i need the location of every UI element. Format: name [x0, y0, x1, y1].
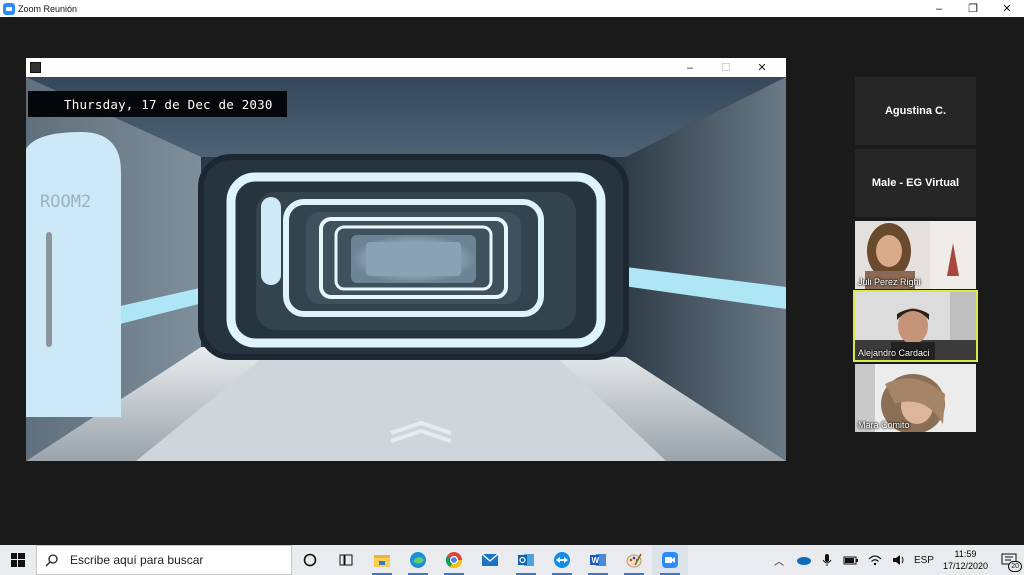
clock-date: 17/12/2020: [942, 561, 988, 571]
shared-minimize-button[interactable]: –: [672, 58, 708, 77]
zoom-title-bar: Zoom Reunión – ❐ ✕: [0, 0, 1024, 17]
svg-text:W: W: [592, 556, 600, 565]
taskbar-clock[interactable]: 11:59 17/12/2020: [937, 548, 994, 572]
close-button[interactable]: ✕: [990, 0, 1024, 17]
participant-name: Alejandro Cardaci: [858, 348, 930, 358]
mail-icon[interactable]: [472, 545, 508, 575]
edge-icon[interactable]: [400, 545, 436, 575]
restore-button[interactable]: ❐: [956, 0, 990, 17]
room-sign: ROOM2: [40, 192, 92, 212]
game-app-icon: [30, 62, 41, 73]
participant-name: Agustina C.: [884, 105, 947, 117]
onedrive-icon[interactable]: [791, 545, 815, 575]
paint-icon[interactable]: [616, 545, 652, 575]
participant-name: Mara Comito: [858, 420, 910, 430]
task-view-icon[interactable]: [328, 545, 364, 575]
participant-video-tile[interactable]: Mara Comito: [855, 364, 976, 432]
chrome-icon[interactable]: [436, 545, 472, 575]
file-explorer-icon[interactable]: [364, 545, 400, 575]
notification-center-button[interactable]: 20: [994, 545, 1024, 575]
minimize-button[interactable]: –: [922, 0, 956, 17]
taskbar-search-box[interactable]: Escribe aquí para buscar: [36, 545, 292, 575]
chevron-up-icon[interactable]: ︿: [767, 545, 791, 575]
shared-window-controls: – ☐ ✕: [672, 58, 780, 77]
clock-time: 11:59: [954, 549, 977, 559]
shared-screen-window[interactable]: – ☐ ✕ Thursday, 17 de Dec de 2030 ROOM2: [26, 58, 786, 461]
participant-video-tile-active[interactable]: Alejandro Cardaci: [853, 290, 978, 362]
shared-close-button[interactable]: ✕: [744, 58, 780, 77]
word-icon[interactable]: W: [580, 545, 616, 575]
corridor-scene: [26, 77, 786, 461]
participant-video-tile[interactable]: Juli Perez Righi: [855, 221, 976, 289]
volume-icon[interactable]: [887, 545, 911, 575]
teamviewer-icon[interactable]: [544, 545, 580, 575]
search-placeholder: Escribe aquí para buscar: [70, 553, 204, 567]
zoom-icon[interactable]: [652, 545, 688, 575]
wifi-icon[interactable]: [863, 545, 887, 575]
zoom-app-icon: [3, 2, 15, 15]
participant-name: Male - EG Virtual: [871, 177, 960, 189]
meeting-area: – ☐ ✕ Thursday, 17 de Dec de 2030 ROOM2 …: [0, 17, 1024, 545]
window-controls: – ❐ ✕: [922, 0, 1024, 17]
shared-window-title-bar: – ☐ ✕: [26, 58, 786, 77]
participant-tile[interactable]: Agustina C.: [855, 77, 976, 145]
notification-count-badge: 20: [1008, 561, 1022, 572]
windows-logo-icon: [11, 553, 25, 567]
participant-tile[interactable]: Male - EG Virtual: [855, 149, 976, 217]
window-title: Zoom Reunión: [18, 3, 78, 14]
battery-icon[interactable]: [839, 545, 863, 575]
system-tray: ︿ ESP 11:59 17/12/2020 20: [767, 545, 1024, 575]
outlook-icon[interactable]: [508, 545, 544, 575]
language-indicator[interactable]: ESP: [911, 545, 937, 575]
game-viewport[interactable]: Thursday, 17 de Dec de 2030 ROOM2: [26, 77, 786, 461]
start-button[interactable]: [0, 545, 36, 575]
search-icon: [45, 553, 58, 566]
participant-name: Juli Perez Righi: [858, 277, 921, 287]
microphone-icon[interactable]: [815, 545, 839, 575]
windows-taskbar: Escribe aquí para buscar W ︿ ESP 11:59 1…: [0, 545, 1024, 575]
date-display: Thursday, 17 de Dec de 2030: [28, 91, 287, 117]
cortana-icon[interactable]: [292, 545, 328, 575]
shared-maximize-button[interactable]: ☐: [708, 58, 744, 77]
